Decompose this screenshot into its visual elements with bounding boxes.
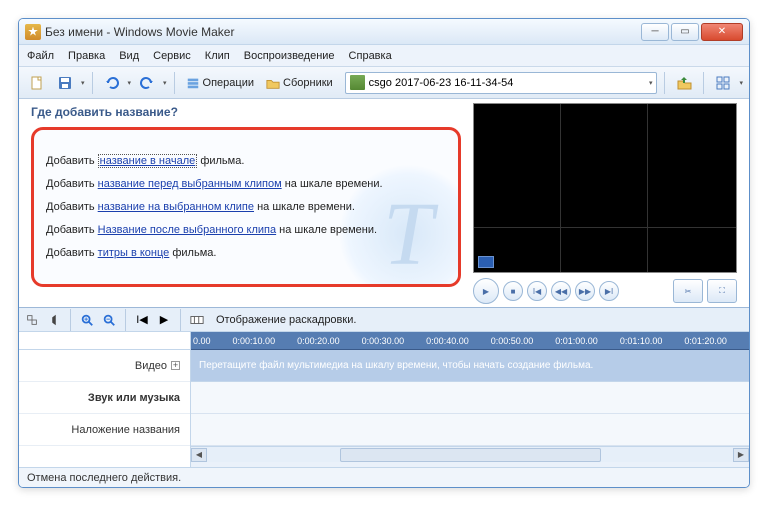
track-label-title: Наложение названия xyxy=(19,414,190,446)
rewind-button[interactable]: ◀◀ xyxy=(551,281,571,301)
undo-dropdown-icon[interactable]: ▾ xyxy=(128,79,132,87)
highlight-box: T Добавить название в начале фильма. Доб… xyxy=(31,127,461,287)
maximize-button[interactable]: ▭ xyxy=(671,23,699,41)
minimize-button[interactable]: ─ xyxy=(641,23,669,41)
track-label-video: Видео+ xyxy=(19,350,190,382)
save-dropdown-icon[interactable]: ▾ xyxy=(81,79,85,87)
fullscreen-button[interactable]: ⛶ xyxy=(707,279,737,303)
collections-label: Сборники xyxy=(283,77,333,89)
storyboard-label[interactable]: Отображение раскадровки. xyxy=(216,314,356,326)
video-track[interactable]: Перетащите файл мультимедиа на шкалу вре… xyxy=(191,350,749,382)
undo-button[interactable] xyxy=(100,71,124,95)
app-icon xyxy=(25,24,41,40)
tl-zoom-in-btn[interactable] xyxy=(78,311,96,329)
preview-screen xyxy=(473,103,737,273)
scroll-right-icon[interactable]: ▶ xyxy=(733,448,749,462)
menu-clip[interactable]: Клип xyxy=(205,50,230,62)
menubar: Файл Правка Вид Сервис Клип Воспроизведе… xyxy=(19,45,749,67)
track-label-audio: Звук или музыка xyxy=(19,382,190,414)
storyboard-icon[interactable] xyxy=(188,311,206,329)
tl-zoom-out-btn[interactable] xyxy=(100,311,118,329)
task-item: Добавить Название после выбранного клипа… xyxy=(46,224,446,236)
tl-play-btn[interactable]: ▶ xyxy=(155,311,173,329)
horizontal-scrollbar[interactable]: ◀ ▶ xyxy=(191,446,749,462)
view-mode-button[interactable] xyxy=(711,71,735,95)
tl-rewind-btn[interactable]: I◀ xyxy=(133,311,151,329)
track-labels: Видео+ Звук или музыка Наложение названи… xyxy=(19,332,191,467)
task-heading: Где добавить название? xyxy=(31,105,461,119)
uplevel-button[interactable] xyxy=(672,71,696,95)
task-item: Добавить название на выбранном клипе на … xyxy=(46,201,446,213)
menu-edit[interactable]: Правка xyxy=(68,50,105,62)
operations-label: Операции xyxy=(203,77,254,89)
forward-button[interactable]: ▶▶ xyxy=(575,281,595,301)
window-title: Без имени - Windows Movie Maker xyxy=(45,25,234,39)
task-item: Добавить название перед выбранным клипом… xyxy=(46,178,446,190)
link-title-on[interactable]: название на выбранном клипе xyxy=(98,201,254,213)
timeline: I◀ ▶ Отображение раскадровки. Видео+ Зву… xyxy=(19,307,749,467)
task-pane: Где добавить название? T Добавить назван… xyxy=(19,99,473,307)
link-title-after[interactable]: Название после выбранного клипа xyxy=(98,224,276,236)
scroll-thumb[interactable] xyxy=(340,448,601,462)
menu-play[interactable]: Воспроизведение xyxy=(244,50,335,62)
redo-dropdown-icon[interactable]: ▾ xyxy=(163,79,167,87)
stop-button[interactable]: ■ xyxy=(503,281,523,301)
menu-help[interactable]: Справка xyxy=(349,50,392,62)
new-button[interactable] xyxy=(25,71,49,95)
menu-view[interactable]: Вид xyxy=(119,50,139,62)
expand-video-icon[interactable]: + xyxy=(171,361,180,370)
collection-combo[interactable]: csgo 2017-06-23 16-11-34-54 ▾ xyxy=(345,72,658,94)
collections-button[interactable]: Сборники xyxy=(262,76,337,90)
statusbar: Отмена последнего действия. xyxy=(19,467,749,487)
redo-button[interactable] xyxy=(135,71,159,95)
prev-button[interactable]: I◀ xyxy=(527,281,547,301)
link-title-before[interactable]: название перед выбранным клипом xyxy=(98,178,282,190)
task-item: Добавить титры в конце фильма. xyxy=(46,247,446,259)
next-button[interactable]: ▶I xyxy=(599,281,619,301)
tl-narration-icon[interactable] xyxy=(45,311,63,329)
link-credits-end[interactable]: титры в конце xyxy=(98,247,170,259)
save-button[interactable] xyxy=(53,71,77,95)
combo-value: csgo 2017-06-23 16-11-34-54 xyxy=(369,77,514,89)
combo-thumb-icon xyxy=(350,75,365,90)
menu-file[interactable]: Файл xyxy=(27,50,54,62)
audio-track[interactable] xyxy=(191,382,749,414)
scroll-left-icon[interactable]: ◀ xyxy=(191,448,207,462)
status-text: Отмена последнего действия. xyxy=(27,472,181,484)
preview-monitor-icon xyxy=(478,256,494,268)
timeline-ruler[interactable]: 0.000:00:10.000:00:20.000:00:30.000:00:4… xyxy=(191,332,749,350)
titlebar: Без имени - Windows Movie Maker ─ ▭ ✕ xyxy=(19,19,749,45)
preview-pane: ▶ ■ I◀ ◀◀ ▶▶ ▶I ✂ ⛶ xyxy=(473,99,743,307)
view-dropdown-icon[interactable]: ▾ xyxy=(739,79,743,87)
timeline-toolbar: I◀ ▶ Отображение раскадровки. xyxy=(19,308,749,332)
tracks-area: 0.000:00:10.000:00:20.000:00:30.000:00:4… xyxy=(191,332,749,467)
toolbar: ▾ ▾ ▾ Операции Сборники csgo 2017-06-23 … xyxy=(19,67,749,99)
link-title-begin[interactable]: название в начале xyxy=(98,154,198,168)
chevron-down-icon: ▾ xyxy=(649,79,653,87)
play-button[interactable]: ▶ xyxy=(473,278,499,304)
title-track[interactable] xyxy=(191,414,749,446)
tl-zoom-in-icon[interactable] xyxy=(23,311,41,329)
operations-button[interactable]: Операции xyxy=(182,76,258,90)
close-button[interactable]: ✕ xyxy=(701,23,743,41)
menu-tools[interactable]: Сервис xyxy=(153,50,191,62)
player-controls: ▶ ■ I◀ ◀◀ ▶▶ ▶I ✂ ⛶ xyxy=(473,275,737,307)
split-button[interactable]: ✂ xyxy=(673,279,703,303)
task-item: Добавить название в начале фильма. xyxy=(46,155,446,167)
